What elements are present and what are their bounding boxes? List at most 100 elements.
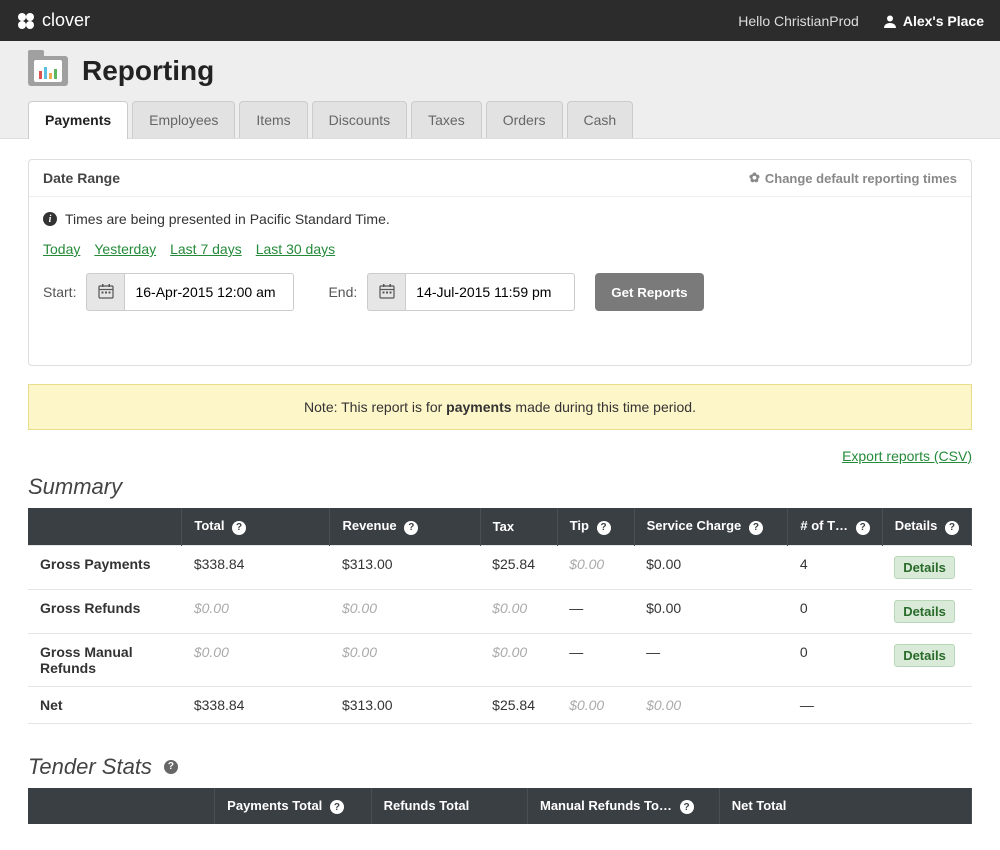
quick-link-last-7-days[interactable]: Last 7 days <box>170 241 242 257</box>
cell: $0.00 <box>480 633 557 686</box>
cell: 0 <box>788 633 882 686</box>
top-nav: clover Hello ChristianProd Alex's Place <box>0 0 1000 41</box>
quick-link-yesterday[interactable]: Yesterday <box>94 241 156 257</box>
start-calendar-button[interactable] <box>86 273 124 311</box>
column-header: # of T… ? <box>788 508 882 545</box>
help-icon[interactable]: ? <box>680 800 694 814</box>
tab-payments[interactable]: Payments <box>28 101 128 139</box>
end-calendar-button[interactable] <box>367 273 405 311</box>
table-row: Net$338.84$313.00$25.84$0.00$0.00— <box>28 686 972 723</box>
merchant-selector[interactable]: Alex's Place <box>883 13 984 29</box>
column-header: Details ? <box>882 508 971 545</box>
brand[interactable]: clover <box>16 10 90 31</box>
merchant-name: Alex's Place <box>903 13 984 29</box>
cell: — <box>557 633 634 686</box>
row-label: Gross Payments <box>28 545 182 589</box>
details-cell: Details <box>882 589 971 633</box>
cell: — <box>557 589 634 633</box>
start-date-input[interactable] <box>124 273 294 311</box>
column-header: Tax <box>480 508 557 545</box>
details-cell <box>882 686 971 723</box>
report-scope-note: Note: This report is for payments made d… <box>28 384 972 430</box>
cell: 4 <box>788 545 882 589</box>
summary-section-title: Summary <box>28 474 972 500</box>
column-header <box>28 788 215 825</box>
calendar-icon <box>98 283 114 302</box>
cell: $313.00 <box>330 545 480 589</box>
tab-employees[interactable]: Employees <box>132 101 235 138</box>
get-reports-button[interactable]: Get Reports <box>595 273 703 311</box>
tab-discounts[interactable]: Discounts <box>312 101 407 138</box>
change-default-times-link[interactable]: ✿ Change default reporting times <box>749 170 957 186</box>
cell: $25.84 <box>480 545 557 589</box>
cell: $0.00 <box>634 589 788 633</box>
hello-user-text: Hello ChristianProd <box>738 13 859 29</box>
quick-link-last-30-days[interactable]: Last 30 days <box>256 241 335 257</box>
cell: $25.84 <box>480 686 557 723</box>
cell: 0 <box>788 589 882 633</box>
cell: $0.00 <box>182 589 330 633</box>
details-cell: Details <box>882 633 971 686</box>
column-header: Service Charge ? <box>634 508 788 545</box>
help-icon[interactable]: ? <box>856 521 870 535</box>
cell: $0.00 <box>557 686 634 723</box>
cell: $338.84 <box>182 545 330 589</box>
help-icon[interactable]: ? <box>597 521 611 535</box>
cell: $0.00 <box>330 633 480 686</box>
quick-date-links: Today Yesterday Last 7 days Last 30 days <box>43 241 957 257</box>
tab-cash[interactable]: Cash <box>567 101 634 138</box>
cell: $0.00 <box>557 545 634 589</box>
table-row: Gross Payments$338.84$313.00$25.84$0.00$… <box>28 545 972 589</box>
export-csv-link[interactable]: Export reports (CSV) <box>842 448 972 464</box>
row-label: Gross Manual Refunds <box>28 633 182 686</box>
table-row: Gross Manual Refunds$0.00$0.00$0.00——0De… <box>28 633 972 686</box>
person-icon <box>883 14 897 28</box>
tab-orders[interactable]: Orders <box>486 101 563 138</box>
help-icon[interactable]: ? <box>232 521 246 535</box>
column-header: Tip ? <box>557 508 634 545</box>
row-label: Gross Refunds <box>28 589 182 633</box>
info-icon: i <box>43 212 57 226</box>
table-row: Gross Refunds$0.00$0.00$0.00—$0.000Detai… <box>28 589 972 633</box>
end-date-input[interactable] <box>405 273 575 311</box>
cell: $0.00 <box>480 589 557 633</box>
summary-table: Total ?Revenue ?TaxTip ?Service Charge ?… <box>28 508 972 724</box>
column-header <box>28 508 182 545</box>
timezone-note: i Times are being presented in Pacific S… <box>43 211 957 227</box>
cell: — <box>634 633 788 686</box>
details-button[interactable]: Details <box>894 644 955 667</box>
column-header: Payments Total ? <box>215 788 371 825</box>
column-header: Refunds Total <box>371 788 527 825</box>
calendar-icon <box>379 283 395 302</box>
column-header: Manual Refunds To… ? <box>527 788 719 825</box>
date-range-heading: Date Range <box>43 170 749 186</box>
row-label: Net <box>28 686 182 723</box>
help-icon[interactable]: ? <box>749 521 763 535</box>
start-label: Start: <box>43 284 76 300</box>
brand-text: clover <box>42 10 90 31</box>
details-cell: Details <box>882 545 971 589</box>
details-button[interactable]: Details <box>894 556 955 579</box>
cell: — <box>788 686 882 723</box>
tab-items[interactable]: Items <box>239 101 307 138</box>
tab-taxes[interactable]: Taxes <box>411 101 482 138</box>
column-header: Total ? <box>182 508 330 545</box>
help-icon[interactable]: ? <box>330 800 344 814</box>
help-icon[interactable]: ? <box>164 760 178 774</box>
cell: $0.00 <box>330 589 480 633</box>
tender-stats-section-title: Tender Stats ? <box>28 754 972 780</box>
help-icon[interactable]: ? <box>945 521 959 535</box>
report-tabs: PaymentsEmployeesItemsDiscountsTaxesOrde… <box>28 101 972 138</box>
cell: $0.00 <box>634 686 788 723</box>
clover-logo-icon <box>16 11 36 31</box>
date-range-panel: Date Range ✿ Change default reporting ti… <box>28 159 972 366</box>
cell: $313.00 <box>330 686 480 723</box>
page-title: Reporting <box>82 55 214 87</box>
quick-link-today[interactable]: Today <box>43 241 80 257</box>
details-button[interactable]: Details <box>894 600 955 623</box>
reporting-folder-icon <box>28 56 68 86</box>
end-label: End: <box>328 284 357 300</box>
cell: $0.00 <box>182 633 330 686</box>
sub-header: Reporting PaymentsEmployeesItemsDiscount… <box>0 41 1000 139</box>
help-icon[interactable]: ? <box>404 521 418 535</box>
